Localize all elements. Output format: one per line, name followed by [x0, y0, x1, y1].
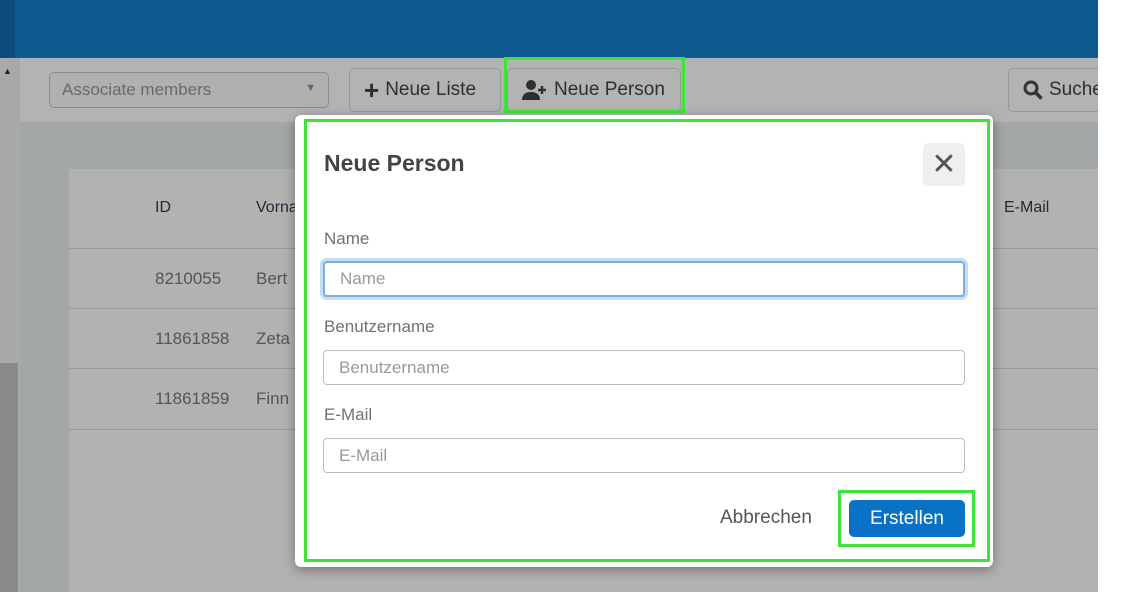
- new-person-button[interactable]: Neue Person: [507, 68, 681, 112]
- cell-first-name: Finn: [256, 389, 290, 408]
- close-button[interactable]: ✕: [923, 143, 965, 186]
- cell-id: 11861858: [155, 329, 230, 348]
- list-select-value: Associate members: [62, 80, 212, 99]
- caret-down-icon: ▼: [305, 82, 316, 94]
- top-header: [0, 0, 1098, 58]
- create-button[interactable]: Erstellen: [849, 500, 965, 537]
- new-list-button[interactable]: + Neue Liste: [349, 68, 501, 112]
- email-input[interactable]: [323, 438, 965, 473]
- column-header-id[interactable]: ID: [155, 199, 171, 217]
- dialog-title: Neue Person: [324, 150, 465, 176]
- header-left-strip: [0, 0, 15, 58]
- name-label: Name: [324, 229, 370, 248]
- new-list-label: Neue Liste: [385, 79, 477, 100]
- scrollbar-thumb[interactable]: [0, 363, 18, 592]
- name-input[interactable]: [323, 261, 965, 297]
- plus-icon: +: [364, 74, 380, 105]
- new-person-label: Neue Person: [554, 79, 665, 100]
- username-label: Benutzername: [324, 317, 435, 336]
- close-icon: ✕: [931, 148, 957, 181]
- search-label: Suche: [1049, 79, 1098, 100]
- search-button[interactable]: Suche: [1008, 68, 1098, 112]
- cell-id: 8210055: [155, 269, 222, 288]
- create-label: Erstellen: [870, 507, 944, 529]
- cell-id: 11861859: [155, 389, 230, 408]
- cell-first-name: Zeta: [256, 329, 291, 348]
- scroll-up-arrow-icon[interactable]: ▲: [3, 66, 12, 76]
- column-header-email[interactable]: E-Mail: [1004, 199, 1049, 217]
- list-select[interactable]: Associate members ▼: [49, 72, 329, 108]
- cell-first-name: Bert: [256, 269, 288, 288]
- cancel-button[interactable]: Abbrechen: [720, 507, 812, 529]
- username-input[interactable]: [323, 350, 965, 385]
- search-icon: [1023, 80, 1043, 100]
- user-plus-icon: [522, 80, 546, 100]
- email-label: E-Mail: [324, 405, 373, 424]
